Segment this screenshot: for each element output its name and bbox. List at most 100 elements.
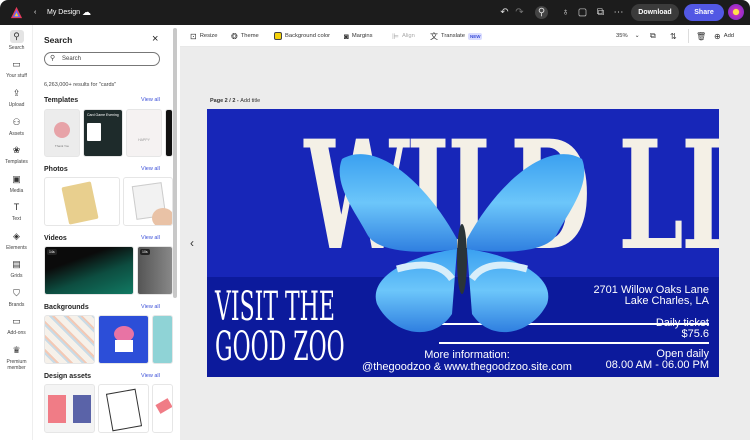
previous-page-icon[interactable]: ‹	[190, 236, 194, 250]
rail-premium[interactable]: ♛ Premium member	[0, 344, 33, 371]
more-icon[interactable]: ⋯	[612, 6, 625, 19]
back-icon[interactable]: ‹	[34, 0, 36, 25]
close-icon[interactable]: ×	[152, 33, 158, 45]
rail-text[interactable]: T Text	[0, 201, 33, 222]
add-button[interactable]: ⊕ Add	[714, 25, 734, 47]
lightbulb-icon[interactable]: ♁	[559, 6, 572, 19]
undo-icon[interactable]: ↶	[498, 6, 511, 19]
arrange-icon[interactable]: ⇅	[670, 25, 677, 47]
view-all-backgrounds[interactable]: View all	[141, 304, 160, 310]
document-title[interactable]: My Design	[47, 0, 80, 25]
video-thumb[interactable]: 10s	[137, 246, 173, 295]
rail-elements[interactable]: ◈ Elements	[0, 230, 33, 251]
template-thumb[interactable]: Card Game Evening	[83, 109, 123, 157]
rail-your-stuff[interactable]: ▭ Your stuff	[0, 58, 33, 79]
rail-label: Text	[11, 216, 22, 222]
rail-addons[interactable]: ▭ Add-ons	[0, 315, 33, 336]
rail-grids[interactable]: ▤ Grids	[0, 258, 33, 279]
search-panel: Search × ⚲ Search 6,263,000+ results for …	[33, 25, 179, 440]
visit-line1[interactable]: VISIT THE	[215, 287, 345, 327]
video-duration: 10s	[140, 249, 150, 255]
media-icon: ▣	[12, 174, 21, 184]
rail-label: Search	[8, 45, 25, 51]
resize-icon: ⊡	[190, 31, 197, 41]
view-all-videos[interactable]: View all	[141, 235, 160, 241]
hours: 08.00 AM - 06.00 PM	[605, 359, 709, 371]
avatar[interactable]	[728, 4, 744, 20]
search-input[interactable]: ⚲ Search	[44, 52, 160, 66]
rail-label: Premium member	[6, 359, 27, 371]
rail-templates[interactable]: ❀ Templates	[0, 144, 33, 165]
chevron-down-icon: ⌄	[634, 33, 640, 39]
align-label: Align	[401, 33, 415, 39]
visit-line2[interactable]: GOOD ZOO	[215, 327, 345, 367]
rail-search[interactable]: ⚲ Search	[0, 30, 33, 51]
template-thumb[interactable]: Thank You	[44, 109, 80, 157]
hours-info[interactable]: Open daily 08.00 AM - 06.00 PM	[606, 349, 709, 371]
margins-button[interactable]: ◙ Margins	[344, 25, 372, 47]
asset-thumb[interactable]	[44, 384, 95, 433]
comment-icon[interactable]: ▢	[576, 6, 589, 19]
translate-icon: 文	[430, 31, 438, 41]
translate-label: Translate	[441, 33, 465, 39]
add-label: Add	[723, 33, 735, 39]
brands-icon: ⛉	[13, 288, 20, 298]
rail-media[interactable]: ▣ Media	[0, 173, 33, 194]
rail-label: Templates	[5, 159, 28, 165]
ticket-info[interactable]: Daily ticket $75.6	[656, 318, 709, 340]
folder-icon: ▭	[12, 59, 21, 69]
translate-button[interactable]: 文 Translate NEW	[430, 25, 483, 47]
margins-icon: ◙	[344, 31, 349, 41]
view-all-photos[interactable]: View all	[141, 166, 160, 172]
photo-thumb[interactable]	[44, 177, 120, 226]
rail-label: Elements	[6, 245, 27, 251]
invite-icon[interactable]: ⚲	[535, 6, 548, 19]
background-color-button[interactable]: Background color	[274, 25, 330, 47]
asset-thumb[interactable]	[98, 384, 149, 433]
new-badge: NEW	[467, 32, 483, 40]
redo-icon[interactable]: ↷	[513, 6, 526, 19]
more-info[interactable]: More information: @thegoodzoo & www.thego…	[347, 349, 587, 373]
download-button[interactable]: Download	[631, 4, 679, 21]
rail-brands[interactable]: ⛉ Brands	[0, 287, 33, 308]
view-all-templates[interactable]: View all	[141, 97, 160, 103]
video-thumb[interactable]: 14s	[44, 246, 134, 295]
section-templates: Templates	[44, 97, 79, 104]
delete-icon[interactable]: 🗑	[696, 25, 706, 47]
rail-label: Add-ons	[7, 330, 26, 336]
align-button[interactable]: ⊫ Align	[392, 25, 415, 47]
grids-icon: ▤	[12, 259, 21, 269]
top-bar: ‹ My Design ☁ ↶ ↷ ⚲ ♁ ▢ ⧉ ⋯ Download Sha…	[0, 0, 750, 25]
address[interactable]: 2701 Willow Oaks Lane Lake Charles, LA	[593, 285, 709, 307]
view-all-design-assets[interactable]: View all	[141, 373, 160, 379]
adobe-express-logo[interactable]	[10, 6, 23, 19]
asset-thumb[interactable]	[152, 384, 173, 433]
page-number: Page 2 / 2 -	[210, 98, 241, 104]
toolbar: ⊡ Resize ❂ Theme Background color ◙ Margins…	[180, 25, 750, 47]
rail-assets[interactable]: ⚇ Assets	[0, 116, 33, 137]
pages-icon[interactable]: ⧉	[650, 25, 656, 47]
background-thumb[interactable]	[44, 315, 95, 364]
resize-label: Resize	[199, 33, 218, 39]
plus-circle-icon: ⊕	[714, 31, 721, 41]
template-thumb[interactable]	[165, 109, 173, 157]
contact: @thegoodzoo & www.thegoodzoo.site.com	[362, 361, 572, 373]
panel-scrollbar[interactable]	[173, 28, 177, 298]
butterfly-image[interactable]	[337, 144, 587, 344]
margins-label: Margins	[351, 33, 373, 39]
background-thumb[interactable]	[152, 315, 173, 364]
chat-icon[interactable]: ⧉	[594, 6, 607, 19]
rail-upload[interactable]: ⇪ Upload	[0, 87, 33, 108]
template-thumb[interactable]: HAPPY	[126, 109, 162, 157]
background-thumb[interactable]	[98, 315, 149, 364]
design-page[interactable]: WILD LIFE VISIT THEGOOD ZOO 2701 Willow …	[207, 109, 719, 377]
section-design-assets: Design assets	[44, 373, 92, 380]
share-button[interactable]: Share	[684, 4, 724, 21]
left-rail: ⚲ Search ▭ Your stuff ⇪ Upload ⚇ Assets ❀ Tem…	[0, 25, 33, 440]
resize-button[interactable]: ⊡ Resize	[190, 25, 217, 47]
photo-thumb[interactable]	[123, 177, 173, 226]
more-info-label: More information:	[424, 349, 510, 361]
add-title-link[interactable]: Add title	[240, 98, 260, 104]
theme-button[interactable]: ❂ Theme	[231, 25, 259, 47]
zoom-dropdown[interactable]: 35% ⌄	[616, 25, 639, 47]
